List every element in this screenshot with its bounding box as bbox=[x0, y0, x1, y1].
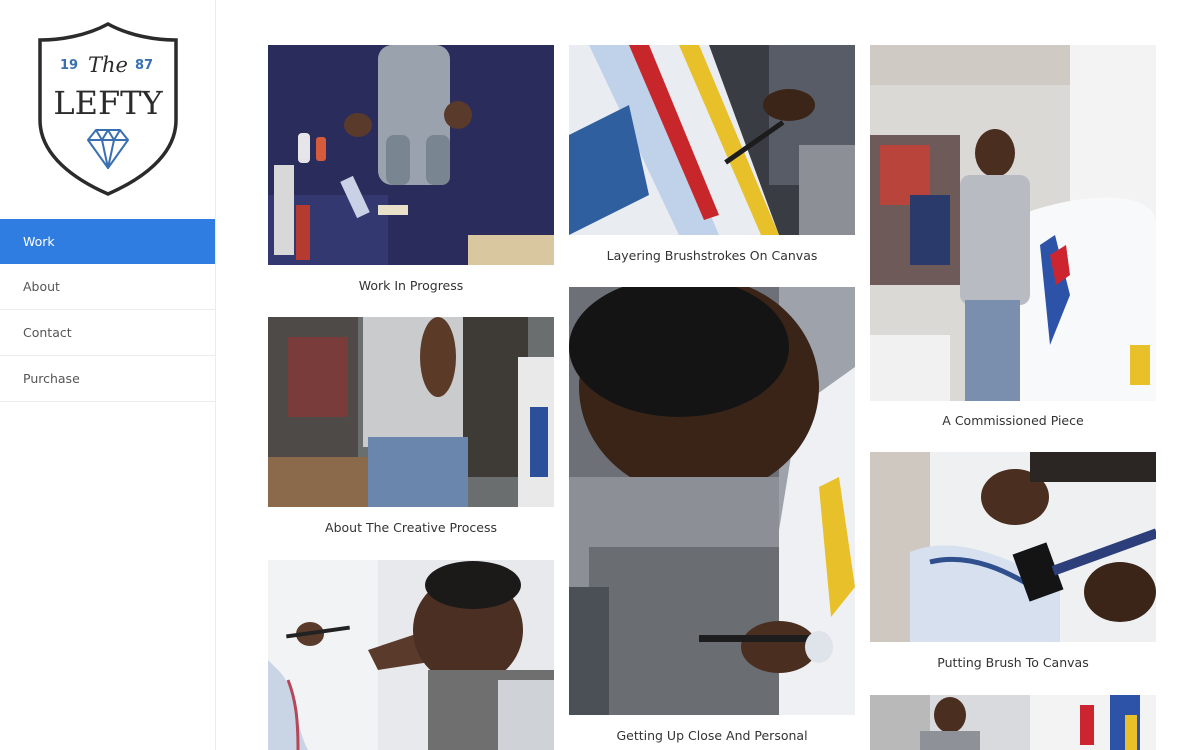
nav-item-purchase[interactable]: Purchase bbox=[0, 356, 215, 402]
gallery-image[interactable] bbox=[268, 560, 554, 750]
logo-the-text: The bbox=[88, 53, 128, 77]
nav-item-work[interactable]: Work bbox=[0, 219, 215, 264]
sidebar: The 19 87 LEFTY Work About Contact Purch… bbox=[0, 0, 216, 750]
logo-lefty-text: LEFTY bbox=[53, 84, 163, 122]
gallery-caption[interactable]: Putting Brush To Canvas bbox=[870, 655, 1156, 670]
gallery-image[interactable] bbox=[569, 287, 855, 715]
logo-year-right: 87 bbox=[135, 58, 153, 73]
gallery-image[interactable] bbox=[268, 317, 554, 507]
shield-logo-icon: The 19 87 LEFTY bbox=[38, 22, 178, 196]
nav-item-label: Purchase bbox=[23, 371, 80, 386]
lefty-logo[interactable]: The 19 87 LEFTY bbox=[36, 22, 180, 198]
gallery-caption[interactable]: Layering Brushstrokes On Canvas bbox=[569, 248, 855, 263]
gallery-card[interactable] bbox=[268, 560, 554, 750]
gallery-card[interactable]: Work In Progress bbox=[268, 45, 554, 300]
gallery-image[interactable] bbox=[870, 695, 1156, 750]
nav-item-about[interactable]: About bbox=[0, 264, 215, 310]
gallery-card[interactable]: Getting Up Close And Personal bbox=[569, 287, 855, 750]
gallery-caption[interactable]: Getting Up Close And Personal bbox=[569, 728, 855, 743]
gallery-caption[interactable]: Work In Progress bbox=[268, 278, 554, 293]
gallery-image[interactable] bbox=[569, 45, 855, 235]
logo-year-left: 19 bbox=[60, 58, 78, 73]
nav-item-label: Work bbox=[23, 233, 55, 249]
gallery-card[interactable]: A Commissioned Piece bbox=[870, 45, 1156, 435]
gallery-caption[interactable]: About The Creative Process bbox=[268, 520, 554, 535]
gallery-image[interactable] bbox=[870, 45, 1156, 401]
gallery-card[interactable]: Putting Brush To Canvas bbox=[870, 452, 1156, 677]
gallery-card[interactable]: About The Creative Process bbox=[268, 317, 554, 542]
gallery-image[interactable] bbox=[268, 45, 554, 265]
nav-item-contact[interactable]: Contact bbox=[0, 310, 215, 356]
gallery-card[interactable] bbox=[870, 695, 1156, 750]
gallery-image[interactable] bbox=[870, 452, 1156, 642]
main-nav: Work About Contact Purchase bbox=[0, 219, 215, 402]
gallery-caption[interactable]: A Commissioned Piece bbox=[870, 413, 1156, 428]
nav-item-label: Contact bbox=[23, 325, 72, 340]
nav-item-label: About bbox=[23, 279, 60, 294]
gallery-card[interactable]: Layering Brushstrokes On Canvas bbox=[569, 45, 855, 270]
